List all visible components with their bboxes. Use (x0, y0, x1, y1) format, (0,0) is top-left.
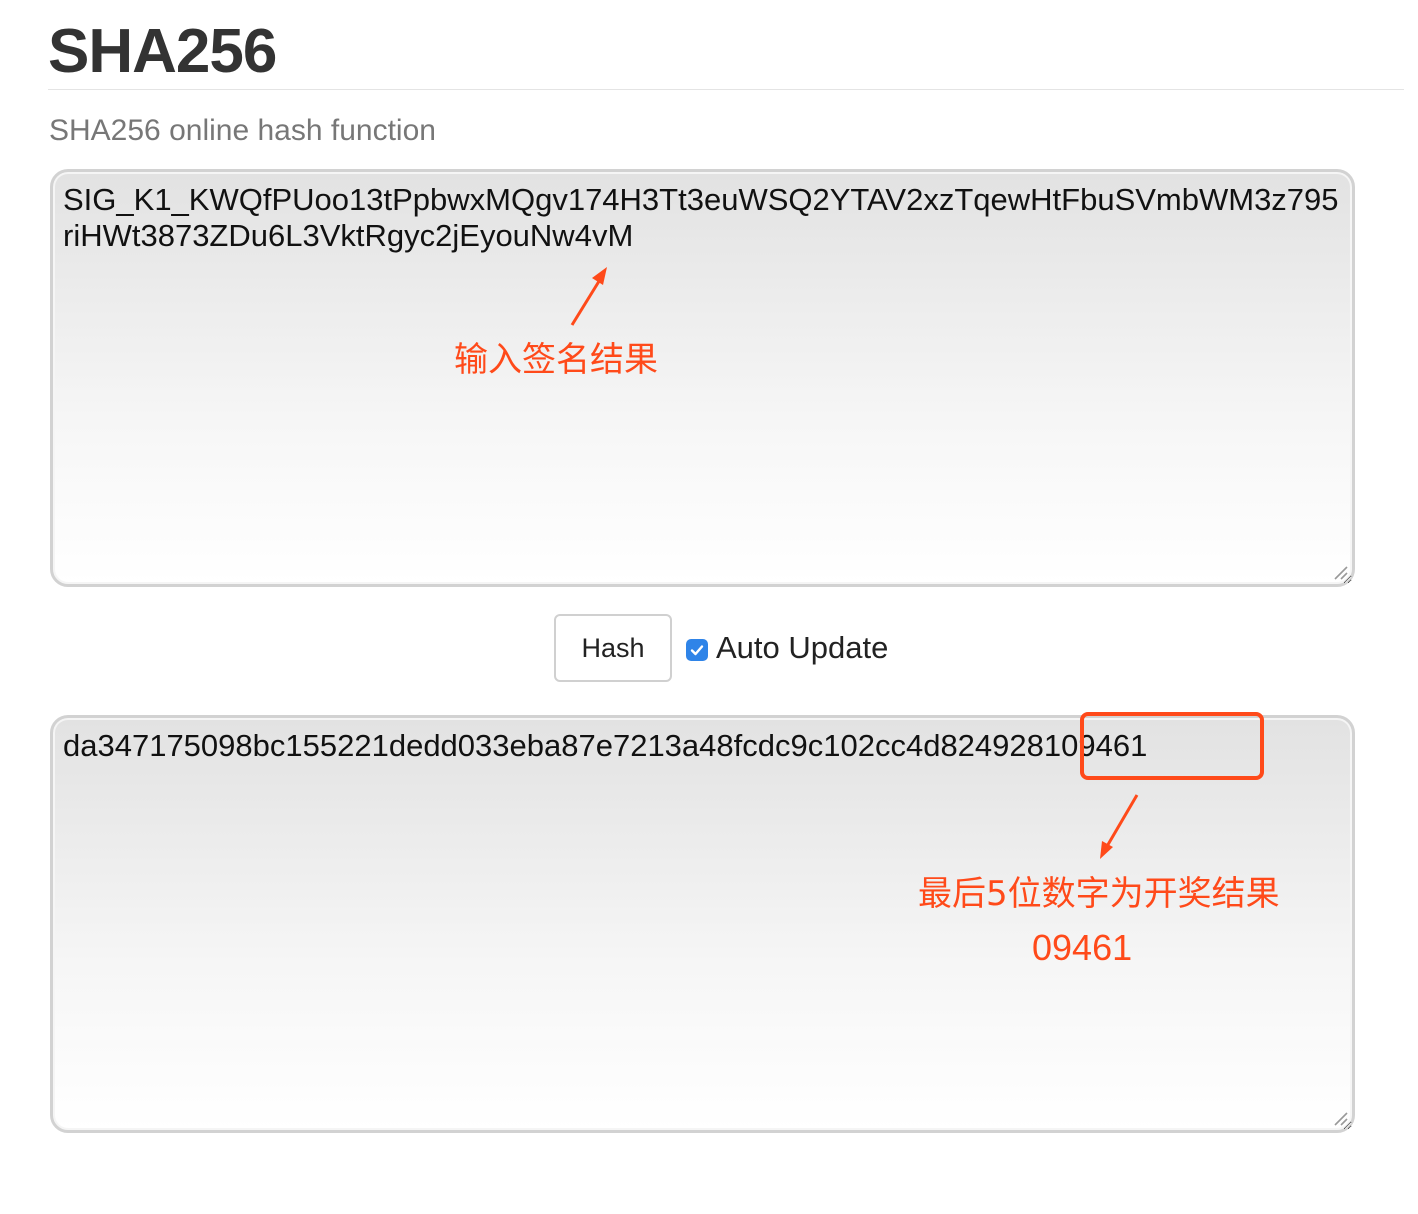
last-digits-highlight (1080, 712, 1264, 780)
input-textarea[interactable]: SIG_K1_KWQfPUoo13tPpbwxMQgv174H3Tt3euWSQ… (50, 169, 1355, 587)
page-subtitle: SHA256 online hash function (49, 114, 436, 147)
auto-update-label: Auto Update (716, 630, 889, 665)
output-annotation: 最后5位数字为开奖结果 (918, 874, 1280, 914)
auto-update-checkbox[interactable] (686, 639, 708, 661)
input-annotation: 输入签名结果 (454, 340, 658, 380)
checkmark-icon (690, 645, 704, 656)
title-divider (48, 89, 1404, 90)
auto-update-toggle[interactable]: Auto Update (686, 628, 888, 668)
output-annotation-digits: 09461 (1032, 927, 1133, 968)
page-title: SHA256 (48, 17, 277, 86)
hash-button[interactable]: Hash (554, 614, 672, 682)
